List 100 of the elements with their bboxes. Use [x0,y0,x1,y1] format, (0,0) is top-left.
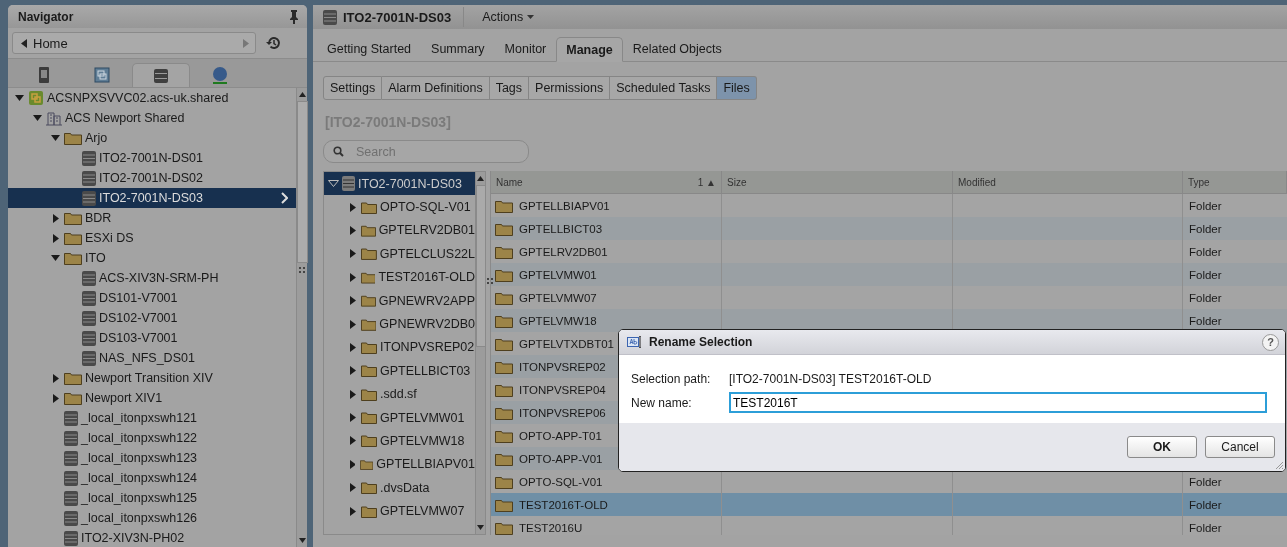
collapsed-icon[interactable] [350,342,356,352]
subtab[interactable]: Scheduled Tasks [610,76,718,100]
dialog-button[interactable]: Cancel [1205,436,1275,458]
tree-item[interactable]: _local_itonpxswh125 [8,488,296,508]
tree-item[interactable]: GPTELVMW01 [324,405,475,430]
tree-item[interactable]: ITO2-7001N-DS03 [324,172,475,196]
tree-item[interactable]: ESXi DS [8,228,296,248]
grip-icon[interactable] [487,278,493,284]
tab[interactable]: Summary [421,36,495,61]
tree-item[interactable]: ITONPVSREP02 [324,335,475,360]
tree-item[interactable]: ITO2-7001N-DS01 [8,148,296,168]
table-row[interactable]: TEST2016T-OLD Folder [491,493,1287,516]
subtab[interactable]: Tags [489,76,530,100]
collapsed-icon[interactable] [350,319,356,329]
tree-item[interactable]: ITO [8,248,296,268]
tab[interactable]: Manage [556,37,623,62]
history-icon[interactable] [266,35,282,51]
collapsed-icon[interactable] [350,366,356,376]
database-icon [64,430,78,446]
tree-item[interactable]: Arjo [8,128,296,148]
tree-item[interactable]: Newport Transition XIV [8,368,296,388]
tree-item[interactable]: ITO2-7001N-DS03 [8,188,296,208]
collapsed-icon[interactable] [350,436,356,446]
file-name: GPTELLBIAPV01 [519,199,610,212]
expanded-icon[interactable] [15,95,24,101]
tree-item[interactable]: GPTELRV2DB01 [324,218,475,243]
table-row[interactable]: GPTELLBICT03 Folder [491,217,1287,240]
tab[interactable]: Related Objects [622,36,732,61]
tree-item[interactable]: BDR [8,208,296,228]
tree-item[interactable]: ITO2-7001N-DS02 [8,168,296,188]
tree-item[interactable]: _local_itonpxswh123 [8,448,296,468]
folder-icon [495,221,513,236]
actions-menu[interactable]: Actions [476,9,541,25]
tree-item[interactable]: GPTELCLUS22L [324,242,475,266]
tree-item[interactable]: OPTO-SQL-V01 [324,195,475,219]
tree-item[interactable]: ACSNPXSVVC02.acs-uk.shared [8,88,296,108]
subtab[interactable]: Files [717,76,757,100]
tree-item[interactable]: ACS-XIV3N-SRM-PH [8,268,296,288]
navigator-tab[interactable] [132,63,190,87]
expanded-icon[interactable] [328,180,339,188]
scroll-down-icon[interactable] [477,525,484,530]
collapsed-icon[interactable] [350,459,355,469]
subtab[interactable]: Settings [323,76,383,100]
pin-icon[interactable] [289,9,299,24]
collapsed-icon[interactable] [350,413,356,423]
tree-item[interactable]: DS102-V7001 [8,308,296,328]
collapsed-icon[interactable] [350,202,356,212]
scroll-up-icon[interactable] [477,176,484,181]
column-header[interactable]: Type [1183,171,1287,193]
scrollbar[interactable] [475,172,485,534]
tree-item[interactable]: _local_itonpxswh124 [8,468,296,488]
tree-item[interactable]: GPTELLBIAPV01 [324,452,475,477]
tree-item[interactable]: Newport XIV1 [8,388,296,408]
subtab[interactable]: Permissions [529,76,611,100]
tree-item[interactable]: DS101-V7001 [8,288,296,308]
expanded-icon[interactable] [51,255,60,261]
expanded-icon[interactable] [33,115,42,121]
tree-item[interactable]: GPTELLBICT03 [324,359,475,383]
back-icon[interactable] [21,38,27,48]
collapsed-icon[interactable] [350,225,356,235]
dialog-button[interactable]: OK [1127,436,1197,458]
resize-grip-icon[interactable] [1275,461,1284,470]
table-row[interactable]: GPTELVMW01 Folder [491,263,1287,286]
tab[interactable]: Getting Started [317,36,422,61]
grip-icon[interactable] [299,267,305,273]
tree-item[interactable]: DS103-V7001 [8,328,296,348]
column-header[interactable]: Size [722,171,953,193]
tree-item[interactable]: _local_itonpxswh121 [8,408,296,428]
file-name: GPTELVMW07 [519,291,597,304]
name-field[interactable]: TEST2016T [729,392,1267,413]
help-button[interactable]: ? [1262,333,1279,351]
tree-item[interactable]: _local_itonpxswh122 [8,428,296,448]
tree-item[interactable]: GPTELVMW18 [324,429,475,453]
scrollbar[interactable] [296,88,307,547]
tree-item[interactable]: TEST2016T-OLD [324,265,475,289]
collapsed-icon[interactable] [350,272,356,282]
tab[interactable]: Monitor [494,36,557,61]
subtab[interactable]: Alarm Definitions [382,76,490,100]
tree-item[interactable]: .dvsData [324,476,475,500]
collapsed-icon[interactable] [350,389,356,399]
tree-item[interactable]: NAS_NFS_DS01 [8,348,296,368]
tree-item[interactable]: GPTELVMW07 [324,499,475,523]
file-type: Folder [1189,245,1222,258]
tree-item[interactable]: .sdd.sf [324,382,475,406]
tree-item[interactable]: ITO2-XIV3N-PH02 [8,528,296,547]
scroll-up-icon[interactable] [298,92,306,97]
collapsed-icon[interactable] [350,249,356,259]
breadcrumb-home[interactable]: Home [12,32,256,54]
tree-item[interactable]: GPNEWRV2DB0 [324,312,475,336]
column-header[interactable]: Modified [953,171,1183,193]
tree-item[interactable]: ACS Newport Shared [8,108,296,128]
expanded-icon[interactable] [51,135,60,141]
column-header[interactable]: Name 1 ▲ [491,171,722,193]
tree-item[interactable]: _local_itonpxswh126 [8,508,296,528]
scroll-down-icon[interactable] [298,538,306,543]
tree-item[interactable]: GPNEWRV2APP [324,288,475,313]
collapsed-icon[interactable] [350,506,356,516]
folder-icon [64,371,82,385]
collapsed-icon[interactable] [350,483,356,493]
collapsed-icon[interactable] [350,296,356,306]
